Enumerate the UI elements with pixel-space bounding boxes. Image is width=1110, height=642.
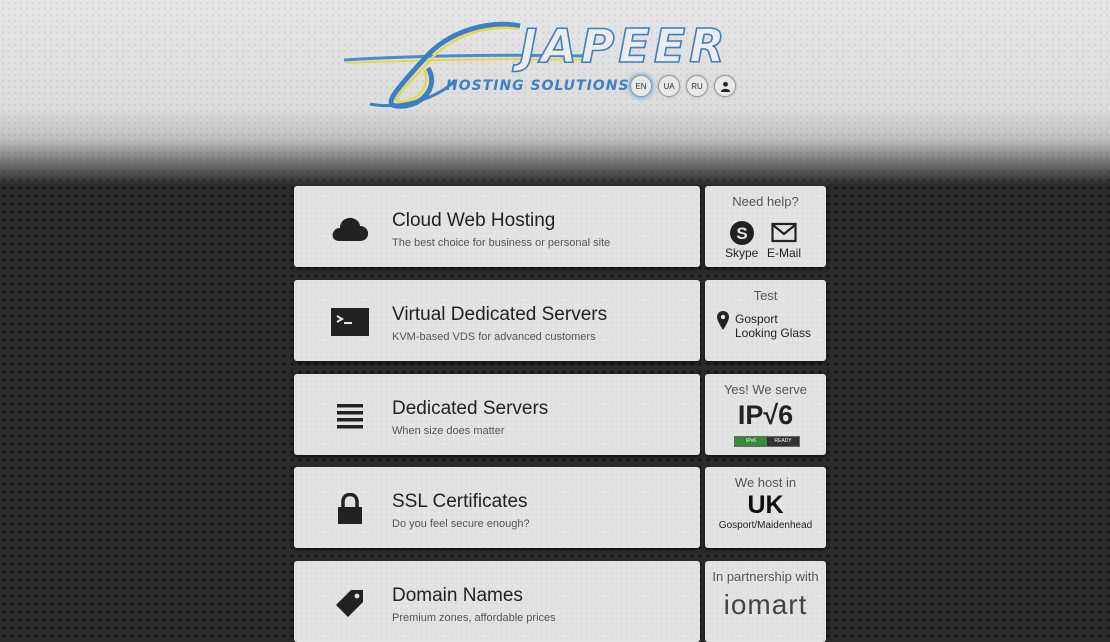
country-code: UK (747, 491, 784, 519)
hosting-location-box: We host in UK Gosport/Maidenhead (705, 467, 826, 548)
account-button[interactable] (714, 75, 736, 97)
lang-ua-button[interactable]: UA (658, 75, 680, 97)
cloud-icon (332, 217, 369, 241)
test-location: Gosport (735, 312, 778, 326)
service-dedicated[interactable]: Dedicated Servers When size does matter (294, 374, 700, 455)
brand-name[interactable]: JAPEER (519, 18, 729, 74)
ipv6-caption: Yes! We serve (723, 382, 808, 397)
help-box: Need help? S Skype E-Mail (705, 186, 826, 267)
lock-icon (338, 493, 362, 524)
service-subtitle: KVM-based VDS for advanced customers (392, 331, 596, 343)
datacenter-cities: Gosport/Maidenhead (718, 520, 813, 531)
test-caption: Test (753, 288, 778, 303)
tag-icon (336, 590, 363, 617)
lang-ru-button[interactable]: RU (686, 75, 708, 97)
service-title: Domain Names (392, 585, 523, 606)
partner-logo[interactable]: iomart (705, 589, 826, 621)
map-pin-icon (717, 311, 729, 330)
email-label: E-Mail (767, 246, 802, 260)
ipv6-logo: IP√6 (737, 400, 794, 430)
language-switcher: EN UA RU (630, 75, 736, 97)
brand-tagline: HOSTING SOLUTIONS (446, 78, 630, 94)
service-title: SSL Certificates (392, 491, 528, 512)
service-subtitle: Premium zones, affordable prices (392, 612, 556, 624)
service-title: Dedicated Servers (392, 398, 549, 419)
server-list-icon (337, 404, 363, 429)
partner-caption: In partnership with (712, 569, 819, 584)
header: JAPEER HOSTING SOLUTIONS EN UA RU (0, 0, 1110, 185)
user-icon (720, 81, 730, 92)
skype-label: Skype (725, 246, 759, 260)
email-link[interactable]: E-Mail (767, 220, 801, 260)
service-subtitle: The best choice for business or personal… (392, 237, 611, 249)
email-icon (771, 222, 797, 243)
location-caption: We host in (734, 475, 797, 490)
terminal-icon (331, 308, 369, 336)
looking-glass-link[interactable]: Looking Glass (735, 326, 811, 340)
svg-text:S: S (736, 224, 747, 243)
skype-icon: S (729, 221, 754, 245)
service-cloud-hosting[interactable]: Cloud Web Hosting The best choice for bu… (294, 186, 700, 267)
skype-link[interactable]: S Skype (725, 220, 758, 260)
lang-en-button[interactable]: EN (630, 75, 652, 97)
service-ssl[interactable]: SSL Certificates Do you feel secure enou… (294, 467, 700, 548)
service-subtitle: When size does matter (392, 425, 505, 437)
service-vds[interactable]: Virtual Dedicated Servers KVM-based VDS … (294, 280, 700, 361)
service-title: Virtual Dedicated Servers (392, 304, 608, 325)
service-subtitle: Do you feel secure enough? (392, 518, 530, 530)
service-title: Cloud Web Hosting (392, 210, 556, 231)
ipv6-box: Yes! We serve IP√6 IPv6 READY (705, 374, 826, 455)
partner-box[interactable]: In partnership with iomart (705, 561, 826, 642)
help-caption: Need help? (732, 194, 799, 209)
service-domains[interactable]: Domain Names Premium zones, affordable p… (294, 561, 700, 642)
looking-glass-box[interactable]: Test Gosport Looking Glass (705, 280, 826, 361)
ipv6-ready-badge: IPv6 READY (734, 436, 800, 447)
